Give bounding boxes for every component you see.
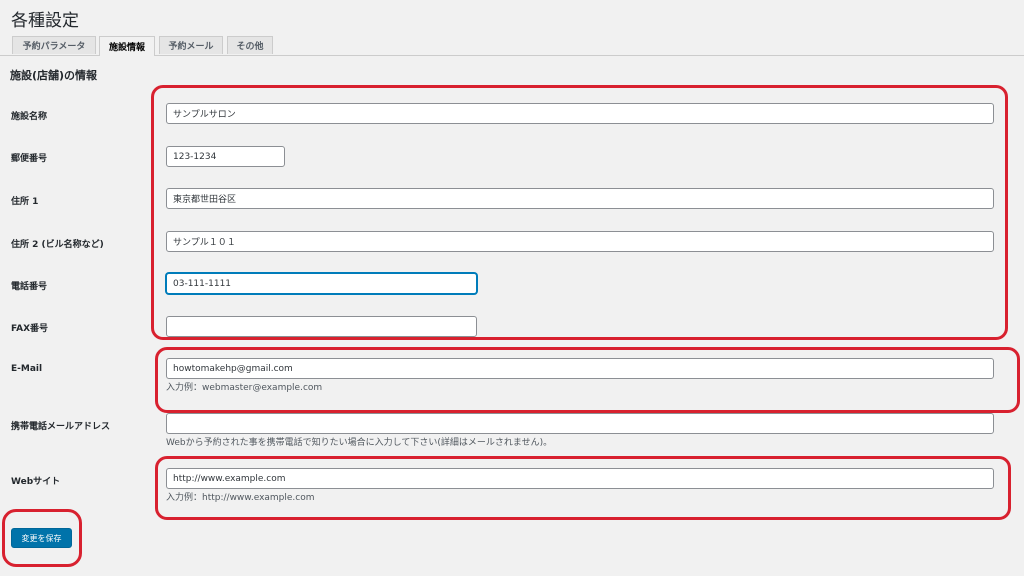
postal-code-input[interactable] [166,146,285,167]
settings-page: 各種設定 予約パラメータ 施設情報 予約メール その他 施設(店舗)の情報 施設… [0,0,1024,576]
mobile-email-input[interactable] [166,413,994,434]
website-label: Webサイト [11,477,61,487]
page-title: 各種設定 [11,11,79,31]
mobile-email-label: 携帯電話メールアドレス [11,422,111,432]
phone-input[interactable] [166,273,477,294]
facility-name-label: 施設名称 [11,112,48,122]
tab-facility-info[interactable]: 施設情報 [99,36,155,56]
tab-other[interactable]: その他 [227,36,273,54]
email-input[interactable] [166,358,994,379]
address2-label: 住所 2 (ビル名称など) [11,240,104,250]
fax-input[interactable] [166,316,477,337]
email-help-text: 入力例：webmaster@example.com [166,383,323,393]
address2-input[interactable] [166,231,994,252]
website-input[interactable] [166,468,994,489]
tab-reservation-params[interactable]: 予約パラメータ [12,36,96,54]
address1-input[interactable] [166,188,994,209]
website-help-text: 入力例：http://www.example.com [166,493,315,503]
tab-bar: 予約パラメータ 施設情報 予約メール その他 [0,36,1024,56]
fax-label: FAX番号 [11,324,49,334]
facility-name-input[interactable] [166,103,994,124]
postal-code-label: 郵便番号 [11,154,48,164]
phone-label: 電話番号 [11,282,48,292]
tab-reservation-mail[interactable]: 予約メール [159,36,223,54]
section-title: 施設(店舗)の情報 [10,69,98,82]
save-changes-button[interactable]: 変更を保存 [11,528,72,548]
address1-label: 住所 1 [11,197,39,207]
mobile-email-help-text: Webから予約された事を携帯電話で知りたい場合に入力して下さい(詳細はメールされ… [166,438,553,448]
email-label: E-Mail [11,364,43,374]
